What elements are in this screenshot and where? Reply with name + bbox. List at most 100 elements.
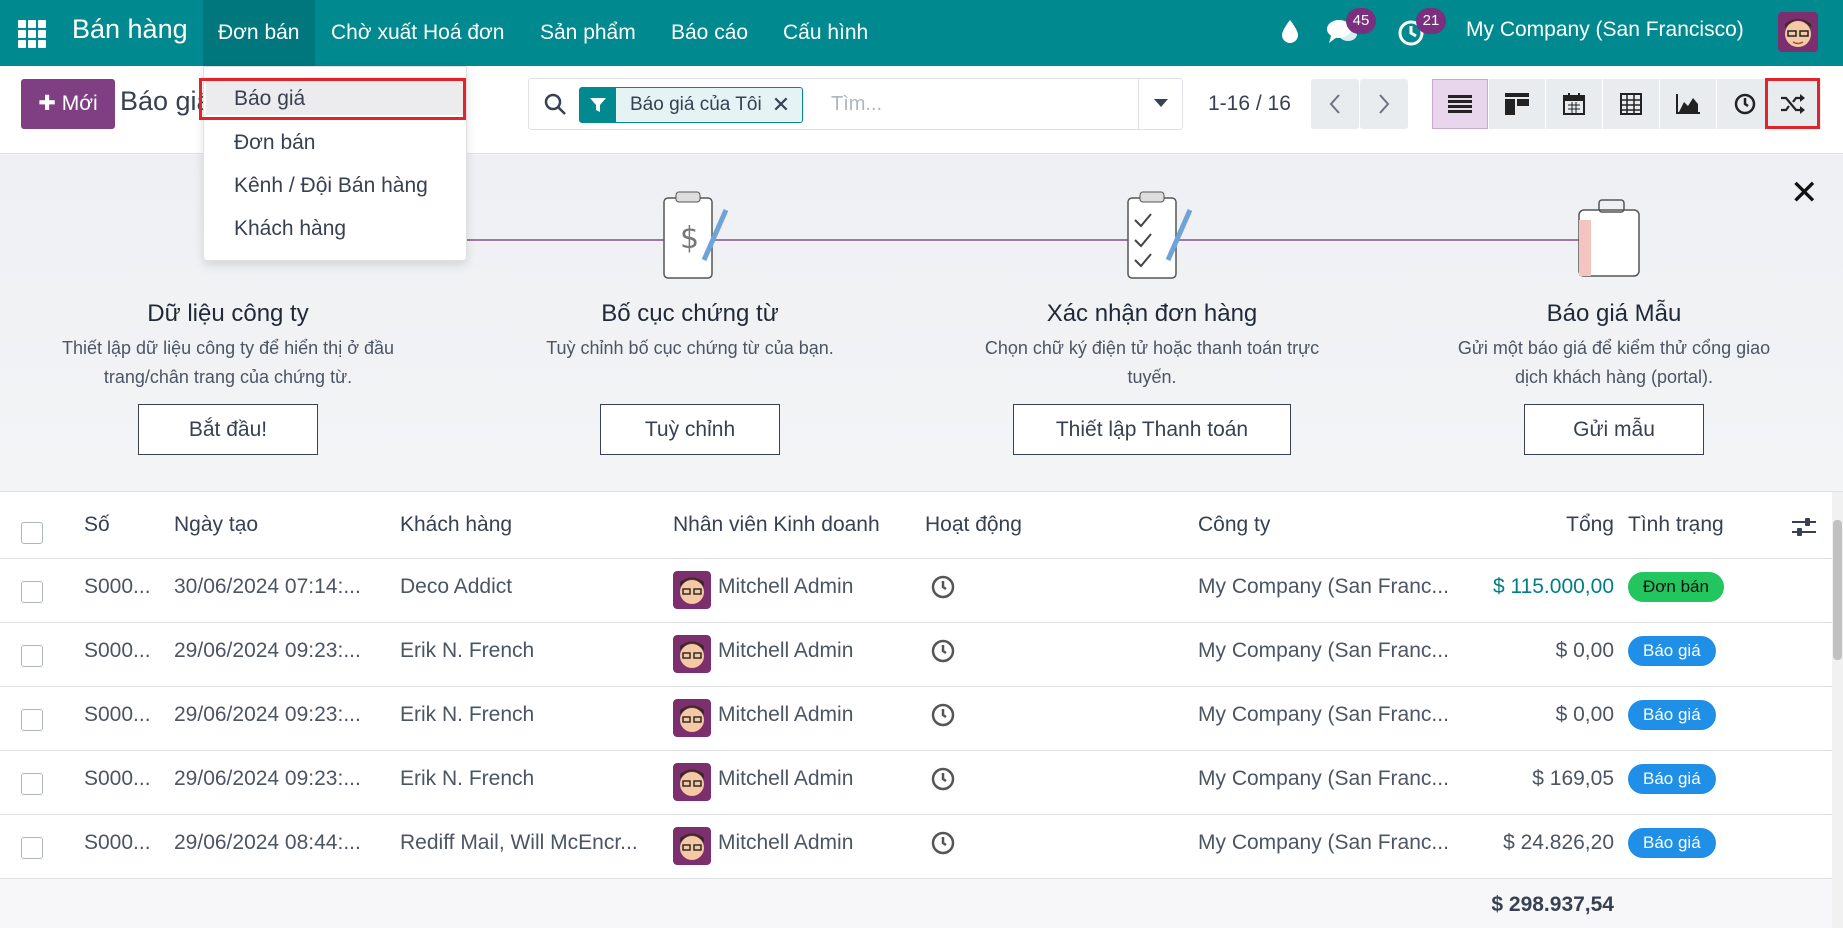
menu-products[interactable]: Sản phẩm — [525, 0, 651, 66]
menu-configuration[interactable]: Cấu hình — [768, 0, 883, 66]
cell-customer: Erik N. French — [400, 767, 535, 790]
calendar-view-button[interactable] — [1546, 79, 1602, 129]
activity-clock-icon[interactable] — [930, 830, 956, 861]
search-icon[interactable] — [543, 92, 567, 121]
cell-number: S000... — [84, 767, 151, 790]
customize-button[interactable]: Tuỳ chỉnh — [600, 404, 780, 455]
user-avatar[interactable] — [1778, 12, 1818, 52]
table-row[interactable]: S000... 30/06/2024 07:14:... Deco Addict… — [0, 558, 1832, 622]
send-sample-button[interactable]: Gửi mẫu — [1524, 404, 1704, 455]
graph-view-button[interactable] — [1660, 79, 1716, 129]
new-button[interactable]: ✚ Mới — [21, 79, 115, 129]
pivot-table-icon — [1620, 93, 1642, 115]
pager-next-button[interactable] — [1360, 79, 1408, 129]
col-company[interactable]: Công ty — [1198, 513, 1270, 537]
table-row[interactable]: S000... 29/06/2024 08:44:... Rediff Mail… — [0, 814, 1832, 878]
status-badge: Báo giá — [1628, 828, 1716, 858]
activity-clock-icon[interactable] — [930, 766, 956, 797]
order-confirmation-illustration — [1127, 191, 1193, 279]
step-description: Thiết lập dữ liệu công ty để hiển thị ở … — [61, 338, 395, 387]
row-checkbox[interactable] — [21, 581, 43, 603]
messages-badge: 45 — [1346, 8, 1376, 34]
cell-company: My Company (San Franc... — [1198, 639, 1449, 662]
company-switcher[interactable]: My Company (San Francisco) — [1466, 18, 1744, 42]
facet-remove-icon[interactable]: ✕ — [772, 92, 802, 118]
cell-total: $ 169,05 — [1532, 767, 1614, 790]
quotations-list: Số Ngày tạo Khách hàng Nhân viên Kinh do… — [0, 492, 1832, 928]
row-checkbox[interactable] — [21, 645, 43, 667]
menu-reporting[interactable]: Báo cáo — [656, 0, 763, 66]
cell-number: S000... — [84, 575, 151, 598]
search-facet: Báo giá của Tôi ✕ — [579, 87, 804, 123]
col-customer[interactable]: Khách hàng — [400, 513, 512, 537]
activity-clock-icon[interactable] — [930, 638, 956, 669]
salesperson-avatar — [673, 635, 711, 673]
activity-clock-icon[interactable] — [930, 702, 956, 733]
salesperson-avatar — [673, 699, 711, 737]
cell-salesperson: Mitchell Admin — [718, 767, 854, 790]
menu-to-invoice[interactable]: Chờ xuất Hoá đơn — [316, 0, 519, 66]
table-row[interactable]: S000... 29/06/2024 09:23:... Erik N. Fre… — [0, 750, 1832, 814]
col-salesperson[interactable]: Nhân viên Kinh doanh — [673, 513, 880, 537]
step-description: Gửi một báo giá để kiểm thử cổng giao dịc… — [1457, 338, 1771, 387]
app-grid-icon[interactable] — [16, 18, 46, 48]
table-row[interactable]: S000... 29/06/2024 09:23:... Erik N. Fre… — [0, 622, 1832, 686]
col-status[interactable]: Tình trạng — [1628, 513, 1724, 537]
calendar-icon — [1563, 93, 1585, 115]
filter-icon — [580, 88, 616, 122]
caret-down-icon — [1153, 99, 1168, 107]
salesperson-avatar — [673, 827, 711, 865]
svg-text:$: $ — [680, 221, 699, 256]
start-button[interactable]: Bắt đầu! — [138, 404, 318, 455]
activities-icon[interactable]: 21 — [1396, 8, 1446, 53]
dropdown-item-sales-teams[interactable]: Kênh / Đội Bán hàng — [234, 174, 428, 198]
row-checkbox[interactable] — [21, 837, 43, 859]
scrollbar-thumb[interactable] — [1833, 520, 1842, 660]
facet-value: Báo giá của Tôi — [630, 94, 762, 115]
droplet-icon[interactable] — [1280, 18, 1300, 49]
clock-icon — [1734, 93, 1756, 115]
select-all-checkbox[interactable] — [21, 522, 43, 544]
col-date[interactable]: Ngày tạo — [174, 513, 258, 537]
list-view-button[interactable] — [1432, 79, 1488, 129]
pivot-view-button[interactable] — [1603, 79, 1659, 129]
cell-total: $ 0,00 — [1555, 639, 1614, 662]
dropdown-item-orders[interactable]: Đơn bán — [234, 131, 316, 155]
optional-columns-icon[interactable] — [1792, 516, 1816, 543]
salesperson-avatar — [673, 571, 711, 609]
dropdown-item-customers[interactable]: Khách hàng — [234, 217, 346, 241]
sample-quotation-illustration — [1578, 199, 1640, 277]
row-checkbox[interactable] — [21, 709, 43, 731]
pager-previous-button[interactable] — [1311, 79, 1359, 129]
cell-salesperson: Mitchell Admin — [718, 639, 854, 662]
cell-customer: Erik N. French — [400, 703, 535, 726]
onboarding-step-sample: Báo giá Mẫu Gửi một báo giá để kiểm thử … — [1404, 300, 1824, 392]
new-button-label: Mới — [61, 92, 98, 115]
pager-value[interactable]: 1-16 / 16 — [1208, 92, 1291, 116]
step-title: Bố cục chứng từ — [601, 300, 779, 327]
list-footer: $ 298.937,54 — [0, 878, 1832, 928]
onboarding-step-company: Dữ liệu công ty Thiết lập dữ liệu công t… — [18, 300, 438, 392]
step-title: Xác nhận đơn hàng — [1046, 300, 1258, 327]
cell-company: My Company (San Franc... — [1198, 575, 1449, 598]
menu-sales-orders[interactable]: Đơn bán — [203, 0, 315, 66]
col-activity[interactable]: Hoạt động — [925, 513, 1022, 537]
col-number[interactable]: Số — [84, 513, 110, 537]
row-checkbox[interactable] — [21, 773, 43, 795]
app-title[interactable]: Bán hàng — [72, 14, 188, 45]
search-options-toggle[interactable] — [1138, 79, 1182, 129]
cell-company: My Company (San Franc... — [1198, 703, 1449, 726]
setup-payment-button[interactable]: Thiết lập Thanh toán — [1013, 404, 1291, 455]
page-title: Báo giá — [120, 86, 208, 116]
area-chart-icon — [1676, 94, 1700, 114]
list-icon — [1448, 95, 1472, 113]
status-badge: Báo giá — [1628, 764, 1716, 794]
search-input[interactable] — [829, 87, 1129, 121]
cell-salesperson: Mitchell Admin — [718, 575, 854, 598]
table-row[interactable]: S000... 29/06/2024 09:23:... Erik N. Fre… — [0, 686, 1832, 750]
col-total[interactable]: Tổng — [1440, 513, 1614, 537]
messages-icon[interactable]: 45 — [1326, 8, 1376, 51]
activity-clock-icon[interactable] — [930, 574, 956, 605]
plus-icon: ✚ — [38, 92, 56, 115]
kanban-view-button[interactable] — [1489, 79, 1545, 129]
